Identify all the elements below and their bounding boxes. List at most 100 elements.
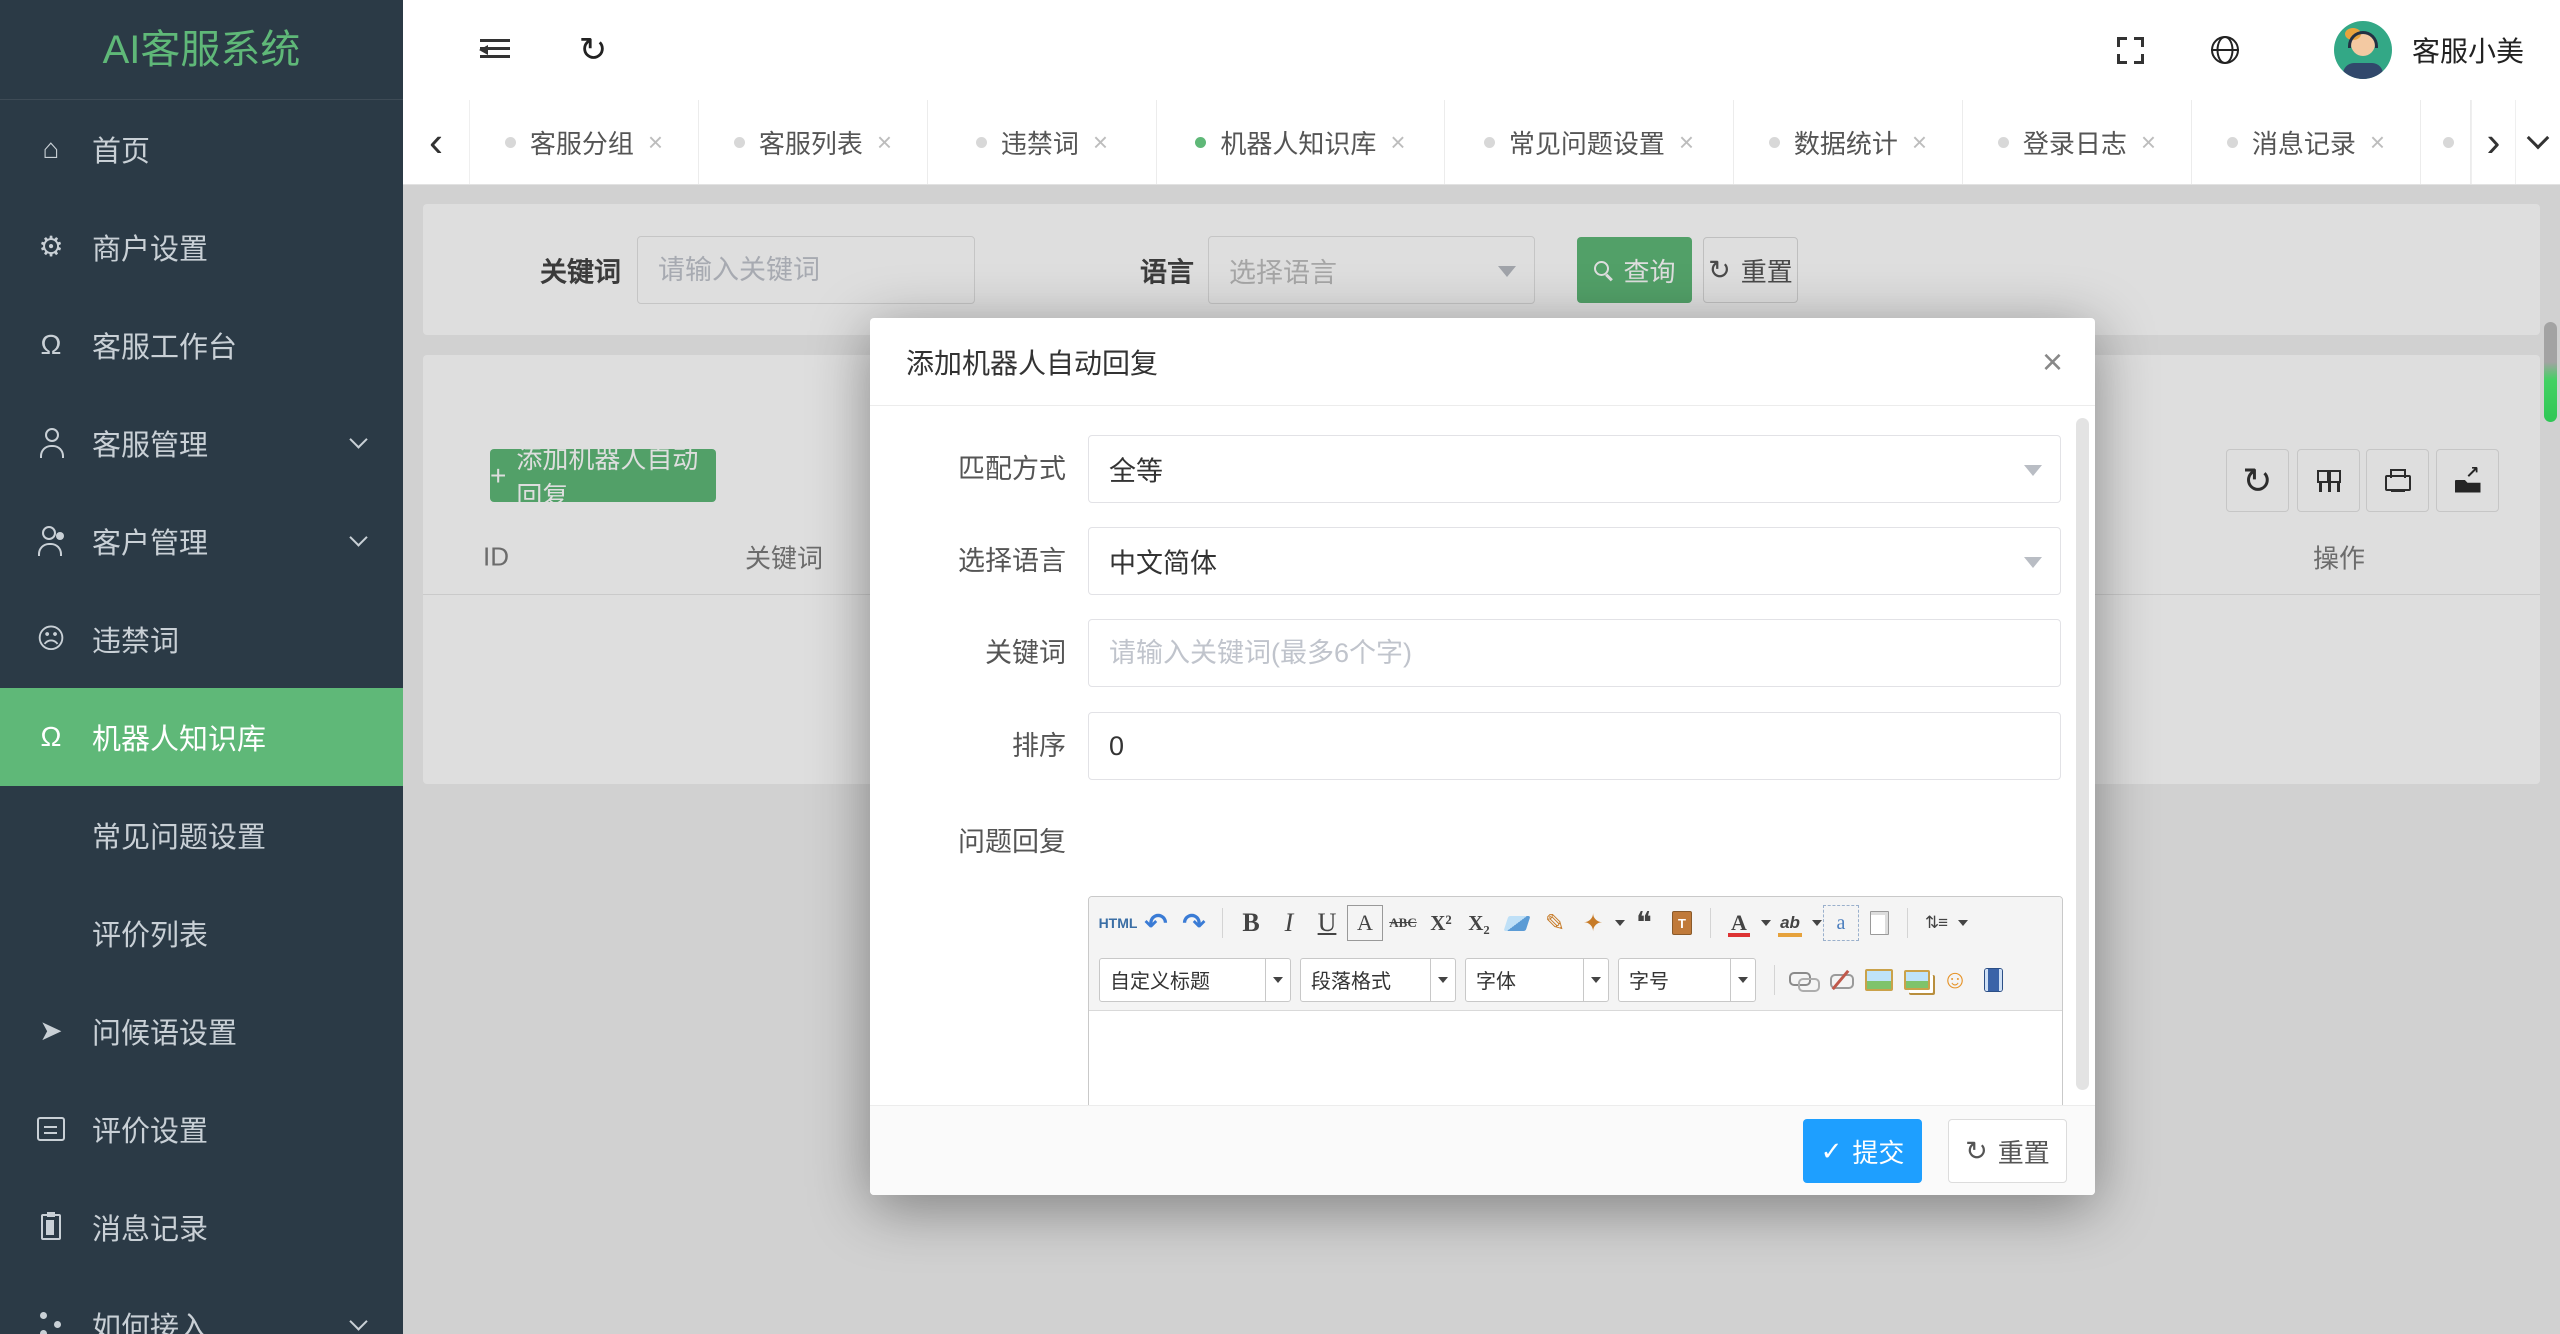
modal-header: 添加机器人自动回复 × xyxy=(870,318,2095,406)
emoji-button[interactable]: ☺ xyxy=(1937,962,1973,998)
sidebar-item-12[interactable]: 如何接入 xyxy=(0,1276,403,1334)
tab-label: 客服分组 xyxy=(529,128,634,159)
sidebar-item-6[interactable]: Ω 机器人知识库 xyxy=(0,688,403,786)
close-icon[interactable]: × xyxy=(1093,127,1108,158)
collapse-menu-button[interactable] xyxy=(465,0,525,100)
editor-toolbar-row2: 自定义标题 段落格式 字体 字号 ☺ xyxy=(1089,949,2062,1011)
sidebar-item-10[interactable]: 评价设置 xyxy=(0,1080,403,1178)
reply-label: 问题回复 xyxy=(958,827,1066,857)
tabs-scroll-right-button[interactable]: › xyxy=(2471,100,2515,184)
line-height-button[interactable]: ⇅≡ xyxy=(1918,905,1954,941)
subscript-button[interactable]: X₂ xyxy=(1461,905,1497,941)
close-icon[interactable]: × xyxy=(1390,127,1405,158)
paste-text-button[interactable] xyxy=(1664,905,1700,941)
fullscreen-button[interactable] xyxy=(2100,0,2160,100)
link-button[interactable] xyxy=(1785,962,1821,998)
language-select[interactable]: 中文简体 xyxy=(1088,527,2061,595)
highlight-color-button[interactable]: ab xyxy=(1772,905,1808,941)
redo-button[interactable]: ↷ xyxy=(1176,905,1212,941)
tab-6[interactable]: 登录日志 × xyxy=(1963,100,2192,184)
submit-button[interactable]: ✓ 提交 xyxy=(1803,1119,1922,1183)
tab-0[interactable]: 客服分组 × xyxy=(470,100,699,184)
undo-button[interactable]: ↶ xyxy=(1138,905,1174,941)
image-button[interactable] xyxy=(1861,962,1897,998)
close-icon[interactable]: × xyxy=(2042,343,2063,380)
sidebar-item-1[interactable]: ⚙ 商户设置 xyxy=(0,198,403,296)
editor-dropdown-1[interactable]: 段落格式 xyxy=(1300,957,1456,1002)
chevron-down-icon xyxy=(349,430,368,449)
sidebar-item-label: 客服工作台 xyxy=(92,332,238,364)
superscript-button[interactable]: X² xyxy=(1423,905,1459,941)
language-button[interactable] xyxy=(2195,0,2255,100)
close-icon[interactable]: × xyxy=(648,127,663,158)
toolbar-divider xyxy=(1222,908,1223,938)
tab-dot xyxy=(1997,136,2009,148)
close-icon[interactable]: × xyxy=(1912,127,1927,158)
caret-down-icon xyxy=(2024,557,2042,568)
sidebar-item-7[interactable]: 常见问题设置 xyxy=(0,786,403,884)
video-button[interactable] xyxy=(1975,962,2011,998)
user-menu[interactable]: 客服小美 xyxy=(2333,0,2524,100)
keyword-label: 关键词 xyxy=(985,638,1066,668)
strikethrough-button[interactable]: ABC xyxy=(1385,905,1421,941)
sidebar-item-3[interactable]: 客服管理 xyxy=(0,394,403,492)
font-color-button[interactable]: A xyxy=(1721,905,1757,941)
tab-8[interactable] xyxy=(2421,100,2471,184)
tab-3[interactable]: 机器人知识库 × xyxy=(1157,100,1445,184)
sidebar-item-4[interactable]: 客户管理 xyxy=(0,492,403,590)
tab-7[interactable]: 消息记录 × xyxy=(2192,100,2421,184)
tab-2[interactable]: 违禁词 × xyxy=(928,100,1157,184)
underline-button[interactable]: U xyxy=(1309,905,1345,941)
editor-dropdown-3[interactable]: 字号 xyxy=(1618,957,1756,1002)
page-refresh-button[interactable]: ↻ xyxy=(563,0,623,100)
sidebar-item-label: 如何接入 xyxy=(92,1312,209,1334)
autotypeset-button[interactable]: ✦ xyxy=(1575,905,1611,941)
match-type-select[interactable]: 全等 xyxy=(1088,435,2061,503)
format-painter-button[interactable]: ✎ xyxy=(1537,905,1573,941)
sidebar-item-5[interactable]: ☹ 违禁词 xyxy=(0,590,403,688)
eraser-button[interactable] xyxy=(1499,905,1535,941)
tabs-scroll-left-button[interactable]: ‹ xyxy=(403,100,470,184)
globe-icon xyxy=(2211,36,2239,64)
close-icon[interactable]: × xyxy=(1679,127,1694,158)
form-row-keyword: 关键词 xyxy=(870,619,2095,687)
sort-input[interactable] xyxy=(1088,712,2061,780)
close-icon[interactable]: × xyxy=(2141,127,2156,158)
tab-dot xyxy=(975,136,987,148)
editor-dropdown-2[interactable]: 字体 xyxy=(1465,957,1609,1002)
sidebar-item-0[interactable]: ⌂ 首页 xyxy=(0,100,403,198)
tab-4[interactable]: 常见问题设置 × xyxy=(1445,100,1734,184)
editor-dropdown-0[interactable]: 自定义标题 xyxy=(1099,957,1291,1002)
tab-1[interactable]: 客服列表 × xyxy=(699,100,928,184)
tab-dot xyxy=(1483,136,1495,148)
keyword-input[interactable] xyxy=(1088,619,2061,687)
sidebar-item-2[interactable]: Ω 客服工作台 xyxy=(0,296,403,394)
bold-button[interactable]: B xyxy=(1233,905,1269,941)
new-page-button[interactable] xyxy=(1861,905,1897,941)
sidebar-item-label: 机器人知识库 xyxy=(92,724,267,756)
unlink-button[interactable] xyxy=(1823,962,1859,998)
anchor-button[interactable]: a xyxy=(1823,905,1859,941)
font-frame-button[interactable]: A xyxy=(1347,905,1383,941)
sidebar-item-8[interactable]: 评价列表 xyxy=(0,884,403,982)
blockquote-button[interactable]: ❝ xyxy=(1626,905,1662,941)
tab-5[interactable]: 数据统计 × xyxy=(1734,100,1963,184)
refresh-icon: ↻ xyxy=(578,31,608,69)
dropdown-value: 段落格式 xyxy=(1311,971,1391,993)
page-scrollbar-thumb[interactable] xyxy=(2544,322,2557,422)
toolbar-divider xyxy=(1774,964,1775,995)
html-source-button[interactable]: HTML xyxy=(1099,905,1138,941)
multi-image-button[interactable] xyxy=(1899,962,1935,998)
close-icon[interactable]: × xyxy=(877,127,892,158)
language-label: 选择语言 xyxy=(958,546,1066,576)
caret-down-icon xyxy=(1958,920,1968,926)
sad-face-icon: ☹ xyxy=(36,623,66,654)
toolbar-divider xyxy=(1710,908,1711,938)
sidebar-item-9[interactable]: ➤ 问候语设置 xyxy=(0,982,403,1080)
modal-scrollbar-thumb[interactable] xyxy=(2076,418,2089,1090)
modal-reset-button[interactable]: ↻ 重置 xyxy=(1948,1119,2067,1183)
close-icon[interactable]: × xyxy=(2370,127,2385,158)
tabs-dropdown-button[interactable] xyxy=(2515,100,2560,184)
sidebar-item-11[interactable]: 消息记录 xyxy=(0,1178,403,1276)
italic-button[interactable]: I xyxy=(1271,905,1307,941)
